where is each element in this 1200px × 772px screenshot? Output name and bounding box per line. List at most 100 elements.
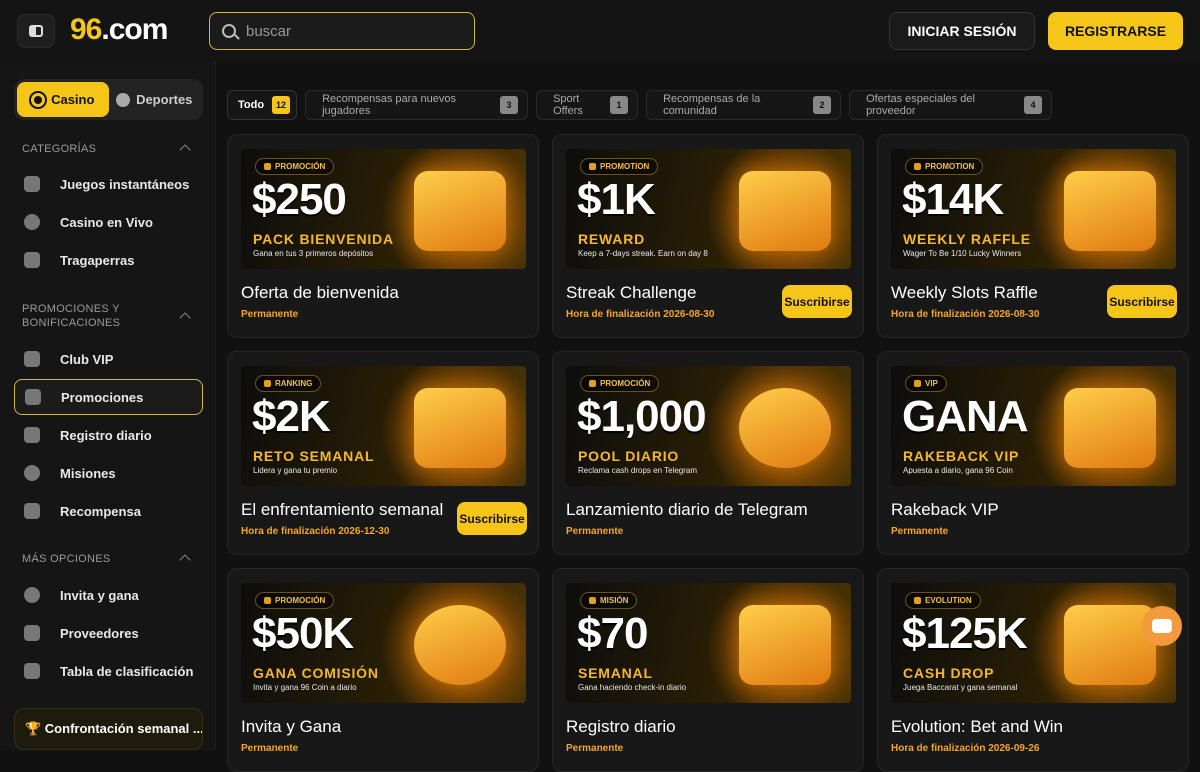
- tag-icon: [589, 380, 596, 387]
- live-casino-icon: [24, 214, 40, 230]
- search-input[interactable]: [246, 22, 456, 40]
- filter-count-badge: 1: [610, 96, 629, 114]
- register-button[interactable]: REGISTRARSE: [1048, 12, 1183, 50]
- filter-chip-all[interactable]: Todo 12: [227, 90, 298, 120]
- more-options-heading: MÁS OPCIONES: [22, 553, 111, 565]
- banner-amount: GANA: [902, 392, 1029, 441]
- banner-amount: $2K: [252, 392, 331, 441]
- promo-banner[interactable]: PROMOCIÓN $250 PACK BIENVENIDA Gana en t…: [241, 149, 526, 269]
- subscribe-button[interactable]: Suscribirse: [782, 285, 852, 318]
- logo[interactable]: 96 .com: [70, 12, 168, 48]
- calendar-icon: [24, 427, 40, 443]
- banner-caption: Apuesta a diario, gana 96 Coin: [903, 466, 1013, 475]
- live-chat-button[interactable]: [1142, 606, 1182, 646]
- sidebar-item-invite[interactable]: Invita y gana: [14, 577, 203, 613]
- filter-chip-sport-offers[interactable]: Sport Offers 1: [536, 90, 639, 120]
- filter-chip-community[interactable]: Recompensas de la comunidad 2: [646, 90, 842, 120]
- sidebar-item-vip-club[interactable]: Club VIP: [14, 341, 203, 377]
- promo-banner[interactable]: RANKING $2K RETO SEMANAL Lidera y gana t…: [241, 366, 526, 486]
- banner-caption: Wager To Be 1/10 Lucky Winners: [903, 249, 1022, 258]
- more-options-collapse-icon[interactable]: [179, 554, 191, 566]
- banner-amount: $70: [577, 609, 648, 658]
- sidebar-item-leaderboard[interactable]: Tabla de clasificación: [14, 653, 203, 689]
- sidebar-item-live-casino[interactable]: Casino en Vivo: [14, 204, 203, 240]
- promo-banner[interactable]: PROMOTION $1K REWARD Keep a 7-days strea…: [566, 149, 851, 269]
- promo-banner[interactable]: PROMOCIÓN $50K GANA COMISIÓN Invita y ga…: [241, 583, 526, 703]
- card-status: Permanente: [241, 309, 299, 320]
- promo-card[interactable]: VIP GANA RAKEBACK VIP Apuesta a diario, …: [877, 351, 1189, 555]
- promo-card[interactable]: PROMOTION $14K WEEKLY RAFFLE Wager To Be…: [877, 134, 1189, 338]
- sidebar-item-missions[interactable]: Misiones: [14, 455, 203, 491]
- promo-tag-label: RANKING: [275, 379, 313, 388]
- sidebar-item-label: Misiones: [60, 465, 116, 481]
- banner-subtitle: REWARD: [578, 231, 646, 247]
- banner-subtitle: PACK BIENVENIDA: [253, 231, 394, 247]
- tag-icon: [914, 597, 921, 604]
- promo-card[interactable]: EVOLUTION $125K CASH DROP Juega Baccarat…: [877, 568, 1189, 772]
- promo-banner[interactable]: VIP GANA RAKEBACK VIP Apuesta a diario, …: [891, 366, 1176, 486]
- promo-card[interactable]: MISIÓN $70 SEMANAL Gana haciendo check-i…: [552, 568, 864, 772]
- banner-caption: Lidera y gana tu premio: [253, 466, 338, 475]
- baccarat-table-art: [1064, 605, 1156, 685]
- promo-tag: VIP: [905, 375, 947, 392]
- tag-icon: [264, 380, 271, 387]
- promo-banner[interactable]: PROMOCIÓN $1,000 POOL DIARIO Reclama cas…: [566, 366, 851, 486]
- card-title: Rakeback VIP: [891, 500, 999, 519]
- promotions-collapse-icon[interactable]: [179, 312, 191, 324]
- filter-chip-provider-offers[interactable]: Ofertas especiales del proveedor 4: [849, 90, 1053, 120]
- filter-count-badge: 3: [500, 96, 519, 114]
- promo-tag: PROMOCIÓN: [255, 592, 335, 609]
- sidebar-item-label: Tragaperras: [60, 252, 135, 268]
- chat-bubble-icon: [1152, 619, 1172, 633]
- target-icon: [24, 465, 40, 481]
- promo-card[interactable]: PROMOCIÓN $1,000 POOL DIARIO Reclama cas…: [552, 351, 864, 555]
- tag-icon: [914, 163, 921, 170]
- banner-amount: $50K: [252, 609, 354, 658]
- weekly-showdown-card[interactable]: 🏆 Confrontación semanal ...: [14, 708, 203, 750]
- sidebar-item-daily-checkin[interactable]: Registro diario: [14, 417, 203, 453]
- promo-tag: PROMOTION: [905, 158, 984, 175]
- promo-tag: EVOLUTION: [905, 592, 981, 609]
- banner-subtitle: CASH DROP: [903, 665, 995, 681]
- promo-tag: MISIÓN: [580, 592, 638, 609]
- subscribe-button[interactable]: Suscribirse: [457, 502, 527, 535]
- card-status: Permanente: [566, 743, 624, 754]
- promo-card[interactable]: RANKING $2K RETO SEMANAL Lidera y gana t…: [227, 351, 539, 555]
- gift-icon: [24, 503, 40, 519]
- sidebar-item-providers[interactable]: Proveedores: [14, 615, 203, 651]
- banner-subtitle: RETO SEMANAL: [253, 448, 375, 464]
- sidebar-item-reward[interactable]: Recompensa: [14, 493, 203, 529]
- sidebar-toggle-icon: [29, 25, 43, 37]
- banner-caption: Reclama cash drops en Telegram: [578, 466, 698, 475]
- sidebar-item-instant-games[interactable]: Juegos instantáneos: [14, 166, 203, 202]
- seven-icon: [24, 252, 40, 268]
- banner-caption: Juega Baccarat y gana semanal: [903, 683, 1018, 692]
- promo-banner[interactable]: EVOLUTION $125K CASH DROP Juega Baccarat…: [891, 583, 1176, 703]
- promo-card[interactable]: PROMOCIÓN $50K GANA COMISIÓN Invita y ga…: [227, 568, 539, 772]
- card-title: Evolution: Bet and Win: [891, 717, 1063, 736]
- banner-amount: $14K: [902, 175, 1004, 224]
- banner-subtitle: RAKEBACK VIP: [903, 448, 1020, 464]
- tag-icon: [264, 163, 271, 170]
- subscribe-button[interactable]: Suscribirse: [1107, 285, 1177, 318]
- promo-banner[interactable]: PROMOTION $14K WEEKLY RAFFLE Wager To Be…: [891, 149, 1176, 269]
- sports-tab[interactable]: Deportes: [109, 82, 201, 117]
- sidebar-item-promotions[interactable]: Promociones: [14, 379, 203, 415]
- promo-banner[interactable]: MISIÓN $70 SEMANAL Gana haciendo check-i…: [566, 583, 851, 703]
- sidebar-item-label: Proveedores: [60, 625, 139, 641]
- sidebar-toggle-button[interactable]: [17, 14, 55, 48]
- card-title: Weekly Slots Raffle: [891, 283, 1038, 302]
- filter-chip-new-players[interactable]: Recompensas para nuevos jugadores 3: [305, 90, 529, 120]
- filter-label: Todo: [238, 99, 265, 111]
- card-status: Permanente: [566, 526, 624, 537]
- casino-tab[interactable]: Casino: [17, 82, 109, 117]
- login-button[interactable]: INICIAR SESIÓN: [889, 12, 1035, 50]
- filter-count-badge: 2: [813, 96, 832, 114]
- promo-card[interactable]: PROMOCIÓN $250 PACK BIENVENIDA Gana en t…: [227, 134, 539, 338]
- search-box[interactable]: [209, 12, 475, 50]
- sidebar-item-slots[interactable]: Tragaperras: [14, 242, 203, 278]
- banner-amount: $125K: [902, 609, 1028, 658]
- card-status: Hora de finalización 2026-09-26: [891, 743, 1040, 754]
- promo-card[interactable]: PROMOTION $1K REWARD Keep a 7-days strea…: [552, 134, 864, 338]
- categories-collapse-icon[interactable]: [179, 144, 191, 156]
